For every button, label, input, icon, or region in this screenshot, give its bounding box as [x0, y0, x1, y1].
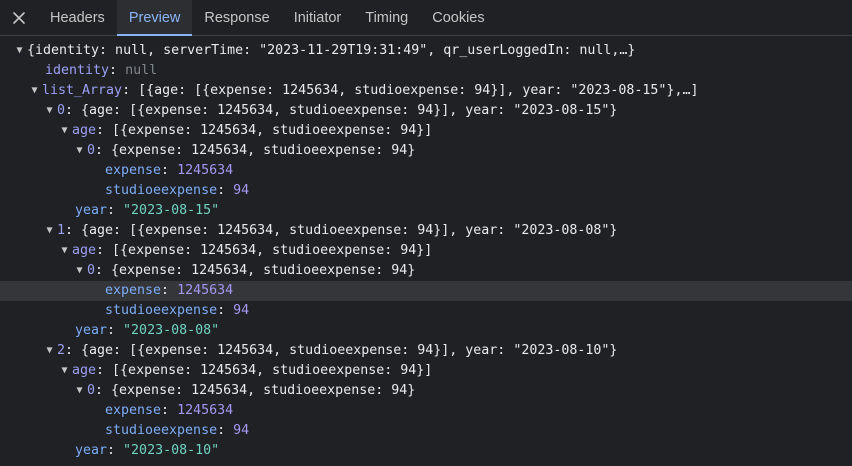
tree-row-item[interactable]: ▼ 2: {age: [{expense: 1245634, studioeexp… [0, 341, 852, 361]
tree-row-entry[interactable]: ▼ 0: {expense: 1245634, studioeexpense: 9… [0, 141, 852, 161]
expand-triangle-icon[interactable]: ▼ [72, 261, 87, 281]
tree-key: identity [45, 63, 110, 78]
list-summary: [{age: [{expense: 1245634, studioexpense… [138, 83, 699, 98]
close-panel-button[interactable] [0, 0, 38, 35]
tree-row-expense[interactable]: expense: 1245634 [0, 401, 852, 421]
tab-timing[interactable]: Timing [353, 0, 420, 35]
tree-row-studioeexpense[interactable]: studioeexpense: 94 [0, 421, 852, 441]
expand-triangle-icon[interactable]: ▼ [72, 381, 87, 401]
tree-row-entry[interactable]: ▼ 0: {expense: 1245634, studioeexpense: 9… [0, 261, 852, 281]
expand-triangle-icon[interactable]: ▼ [72, 141, 87, 161]
tree-row-entry[interactable]: ▼ 0: {expense: 1245634, studioeexpense: 9… [0, 381, 852, 401]
expand-triangle-icon[interactable]: ▼ [12, 41, 27, 61]
tree-row-year[interactable]: year: "2023-08-08" [0, 321, 852, 341]
tree-row-root[interactable]: ▼ {identity: null, serverTime: "2023-11-2… [0, 41, 852, 61]
tree-row-age[interactable]: ▼ age: [{expense: 1245634, studioeexpense… [0, 121, 852, 141]
tab-response[interactable]: Response [192, 0, 281, 35]
tree-row-studioeexpense[interactable]: studioeexpense: 94 [0, 181, 852, 201]
expand-triangle-icon[interactable]: ▼ [57, 361, 72, 381]
tree-row-list-array[interactable]: ▼ list_Array: [{age: [{expense: 1245634, … [0, 81, 852, 101]
tab-cookies[interactable]: Cookies [420, 0, 496, 35]
tree-key: list_Array [42, 83, 123, 98]
expand-triangle-icon[interactable]: ▼ [42, 341, 57, 361]
tab-headers[interactable]: Headers [38, 0, 117, 35]
tree-row-year[interactable]: year: "2023-08-10" [0, 441, 852, 461]
tree-row-identity[interactable]: identity: null [0, 61, 852, 81]
expand-triangle-icon[interactable]: ▼ [57, 241, 72, 261]
tree-row-expense[interactable]: expense: 1245634 [0, 161, 852, 181]
close-icon [13, 11, 25, 24]
expand-triangle-icon[interactable]: ▼ [42, 221, 57, 241]
expand-triangle-icon[interactable]: ▼ [57, 121, 72, 141]
json-preview-tree: ▼ {identity: null, serverTime: "2023-11-2… [0, 36, 852, 461]
tab-preview[interactable]: Preview [116, 0, 193, 36]
tree-row-item[interactable]: ▼ 0: {age: [{expense: 1245634, studioeexp… [0, 101, 852, 121]
tab-initiator[interactable]: Initiator [282, 0, 354, 35]
expand-triangle-icon[interactable]: ▼ [27, 81, 42, 101]
tree-row-year[interactable]: year: "2023-08-15" [0, 201, 852, 221]
tree-row-expense-hovered[interactable]: expense: 1245634 [0, 281, 852, 301]
tab-bar: Headers Preview Response Initiator Timin… [0, 0, 852, 36]
expand-triangle-icon[interactable]: ▼ [42, 101, 57, 121]
tree-row-age[interactable]: ▼ age: [{expense: 1245634, studioeexpense… [0, 361, 852, 381]
tree-value-null: null [125, 63, 158, 78]
root-summary: {identity: null, serverTime: "2023-11-29… [27, 43, 636, 58]
tree-row-item[interactable]: ▼ 1: {age: [{expense: 1245634, studioeexp… [0, 221, 852, 241]
tree-row-age[interactable]: ▼ age: [{expense: 1245634, studioeexpense… [0, 241, 852, 261]
tree-row-studioeexpense[interactable]: studioeexpense: 94 [0, 301, 852, 321]
